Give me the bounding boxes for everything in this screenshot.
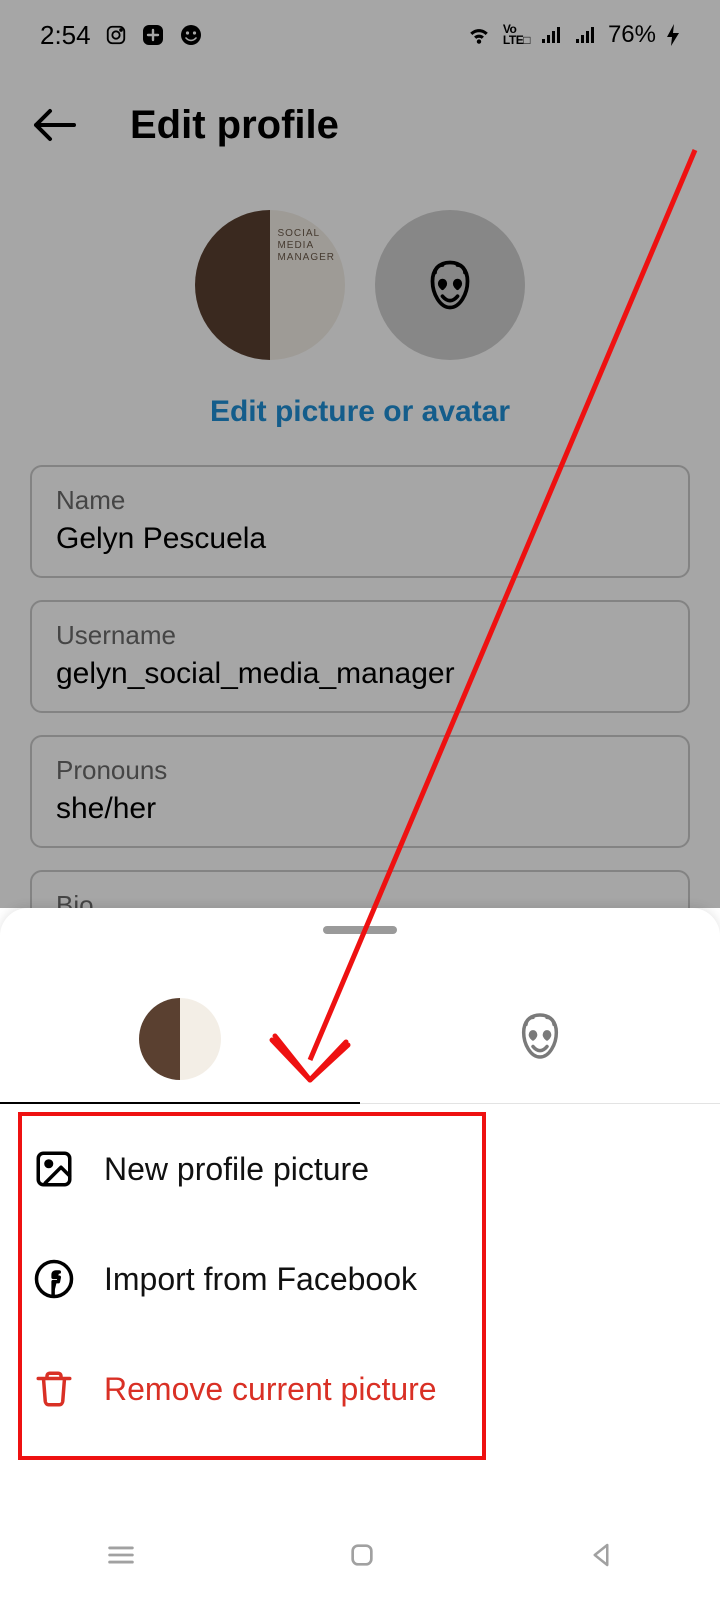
username-value: gelyn_social_media_manager	[56, 657, 664, 691]
edit-picture-link[interactable]: Edit picture or avatar	[0, 395, 720, 429]
username-field[interactable]: Username gelyn_social_media_manager	[30, 600, 690, 713]
signal-icon-2	[574, 25, 598, 45]
nav-recent-icon[interactable]	[104, 1538, 138, 1577]
sheet-grabber[interactable]	[323, 926, 397, 934]
option-new-picture-label: New profile picture	[104, 1151, 369, 1188]
pronouns-field[interactable]: Pronouns she/her	[30, 735, 690, 848]
profile-picture-row	[0, 210, 720, 360]
android-nav-bar	[0, 1514, 720, 1600]
tab-avatar[interactable]	[360, 974, 720, 1103]
pronouns-label: Pronouns	[56, 755, 664, 786]
signal-icon-1	[540, 25, 564, 45]
nav-back-icon[interactable]	[586, 1540, 616, 1575]
option-new-picture[interactable]: New profile picture	[30, 1114, 690, 1224]
avatar-circle[interactable]	[375, 210, 525, 360]
header: Edit profile	[0, 85, 720, 165]
trash-icon	[30, 1368, 78, 1410]
add-app-icon	[141, 23, 165, 47]
name-value: Gelyn Pescuela	[56, 522, 664, 556]
option-remove-picture[interactable]: Remove current picture	[30, 1334, 690, 1444]
name-label: Name	[56, 485, 664, 516]
avatar-face-icon	[512, 1008, 568, 1069]
sheet-options: New profile picture Import from Facebook…	[0, 1104, 720, 1484]
avatar-face-icon	[420, 255, 480, 315]
option-import-facebook[interactable]: Import from Facebook	[30, 1224, 690, 1334]
status-time: 2:54	[40, 20, 91, 51]
charging-icon	[666, 24, 680, 46]
back-button[interactable]	[30, 105, 90, 145]
face-app-icon	[179, 23, 203, 47]
sheet-tabs	[0, 974, 720, 1104]
option-import-facebook-label: Import from Facebook	[104, 1261, 417, 1298]
facebook-icon	[30, 1258, 78, 1300]
tab-photo-thumb	[139, 998, 221, 1080]
pronouns-value: she/her	[56, 792, 664, 826]
screen: 2:54 VoLTE□	[0, 0, 720, 1600]
option-remove-picture-label: Remove current picture	[104, 1371, 437, 1408]
bottom-sheet: New profile picture Import from Facebook…	[0, 908, 720, 1600]
profile-photo-circle[interactable]	[195, 210, 345, 360]
nav-home-icon[interactable]	[346, 1539, 378, 1576]
instagram-app-icon	[105, 24, 127, 46]
form-fields: Name Gelyn Pescuela Username gelyn_socia…	[30, 465, 690, 950]
name-field[interactable]: Name Gelyn Pescuela	[30, 465, 690, 578]
page-title: Edit profile	[130, 103, 339, 148]
status-bar: 2:54 VoLTE□	[0, 0, 720, 70]
image-icon	[30, 1148, 78, 1190]
tab-photo[interactable]	[0, 974, 360, 1103]
wifi-icon	[465, 24, 493, 46]
battery-text: 76%	[608, 21, 656, 49]
volte-icon: VoLTE□	[503, 24, 530, 46]
username-label: Username	[56, 620, 664, 651]
